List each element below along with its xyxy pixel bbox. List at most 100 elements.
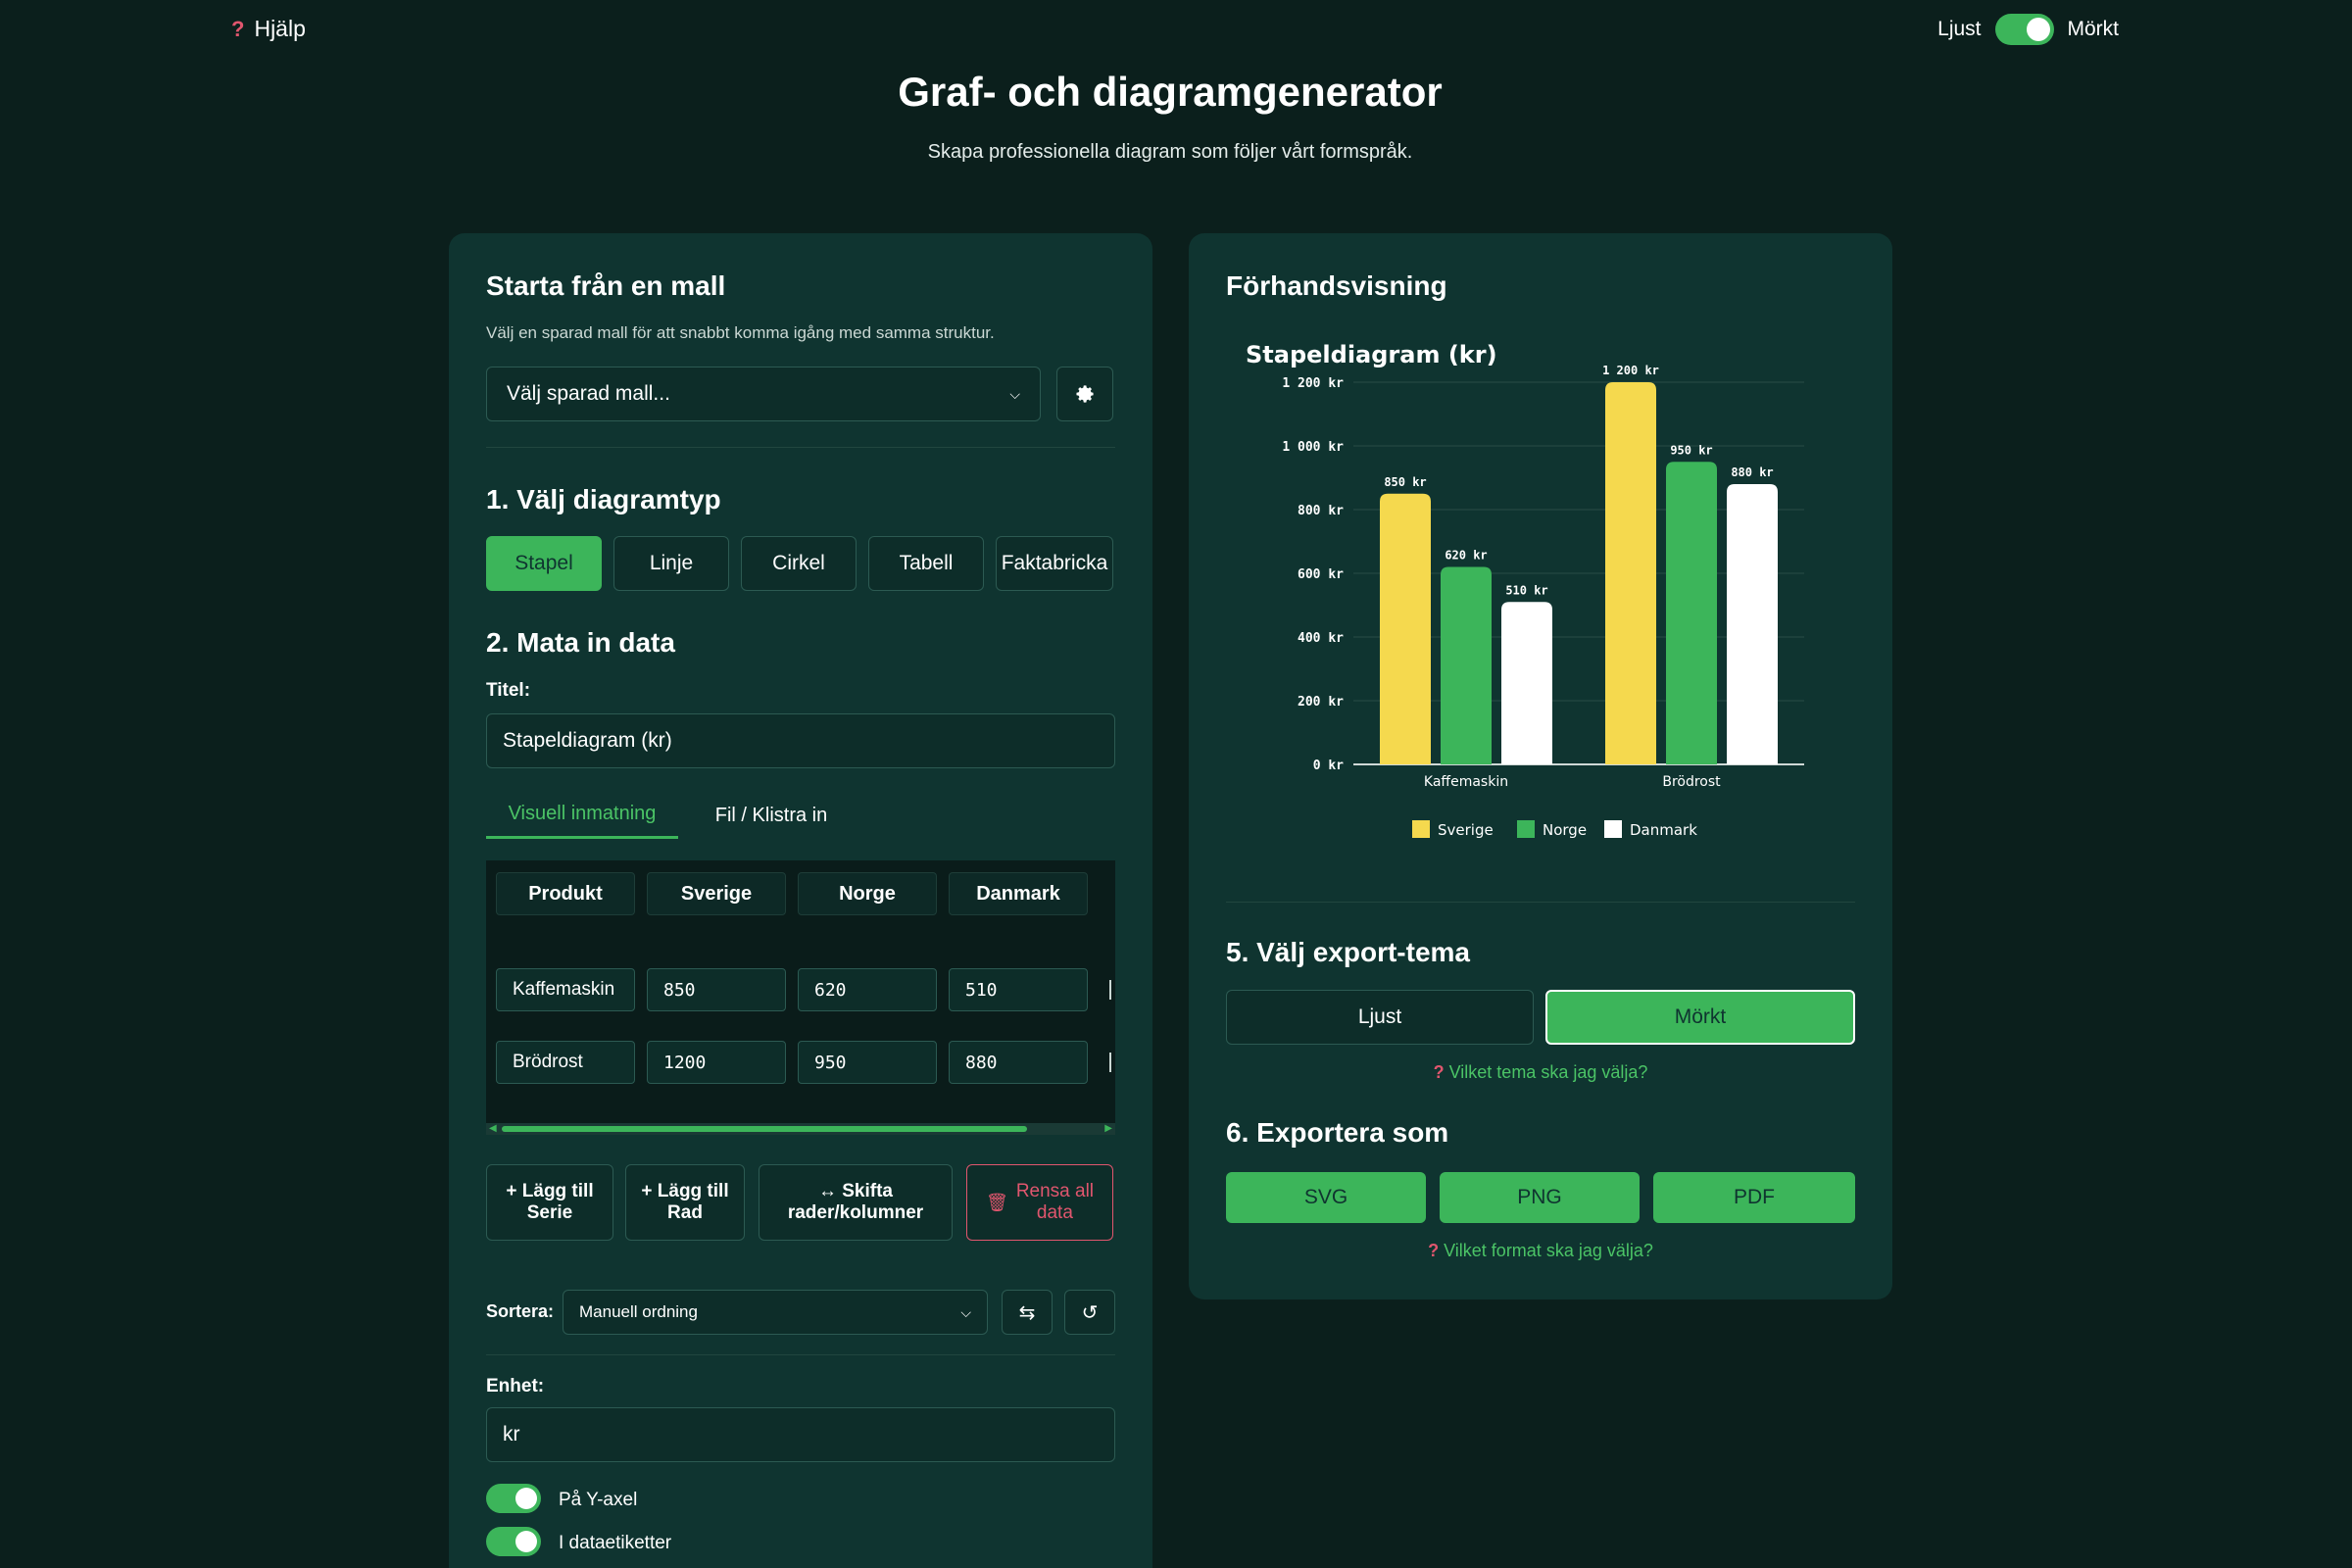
column-header[interactable]: Produkt (496, 872, 635, 915)
chart-type-line-button[interactable]: Linje (613, 536, 729, 591)
export-theme-heading: 5. Välj export-tema (1226, 937, 1470, 967)
bar (1605, 382, 1656, 764)
chart-type-bar-button[interactable]: Stapel (486, 536, 602, 591)
clear-data-label: Rensa all data (1015, 1181, 1095, 1223)
column-header[interactable]: Danmark (949, 872, 1088, 915)
trash-icon: 🗑 (985, 1193, 1008, 1212)
export-theme-light-button[interactable]: Ljust (1226, 990, 1534, 1045)
title-label: Titel: (486, 680, 531, 701)
value-cell[interactable]: 850 (647, 968, 786, 1011)
row-handle[interactable] (1109, 980, 1111, 1000)
legend-label: Norge (1543, 821, 1587, 839)
page-title: Graf- och diagramgenerator (898, 69, 1443, 115)
data-label: 950 kr (1670, 443, 1712, 457)
preview-panel: Förhandsvisning Stapeldiagram (kr) 0 kr 2… (1189, 233, 1892, 1299)
add-series-button[interactable]: + Lägg till Serie (486, 1164, 613, 1241)
input-tabs: Visuell inmatning Fil / Klistra in (486, 792, 1115, 839)
theme-dark-label: Mörkt (2067, 18, 2120, 40)
chevron-down-icon: ⌵ (960, 1303, 971, 1320)
sort-select-value: Manuell ordning (579, 1302, 698, 1321)
y-axis-unit-label: På Y-axel (559, 1490, 638, 1510)
page-subtitle: Skapa professionella diagram som följer … (927, 141, 1413, 163)
y-tick-label: 400 kr (1298, 631, 1344, 646)
theme-switch: Ljust Mörkt (1937, 14, 2119, 45)
help-link[interactable]: ? Hjälp (231, 16, 306, 42)
legend-label: Danmark (1630, 821, 1697, 839)
export-theme-dark-button[interactable]: Mörkt (1545, 990, 1855, 1045)
chart-type-pie-button[interactable]: Cirkel (741, 536, 857, 591)
export-as-heading: 6. Exportera som (1226, 1117, 1449, 1148)
bar (1380, 493, 1431, 764)
swap-arrows-icon: ⇆ (1018, 1301, 1036, 1324)
editor-panel: Starta från en mall Välj en sparad mall … (449, 233, 1152, 1568)
reset-sort-button[interactable]: ↺ (1064, 1290, 1115, 1335)
chart-type-heading: 1. Välj diagramtyp (486, 484, 721, 514)
y-tick-label: 1 000 kr (1282, 440, 1344, 455)
y-tick-label: 600 kr (1298, 567, 1344, 582)
value-cell[interactable]: 510 (949, 968, 1088, 1011)
column-header[interactable]: Norge (798, 872, 937, 915)
scroll-right-icon[interactable]: ▶ (1104, 1123, 1112, 1135)
export-theme-help-link[interactable]: ? Vilket tema ska jag välja? (1189, 1062, 1892, 1083)
chart-type-factbox-button[interactable]: Faktabricka (996, 536, 1113, 591)
unit-input[interactable]: kr (486, 1407, 1115, 1462)
value-cell[interactable]: 1200 (647, 1041, 786, 1084)
chart-title: Stapeldiagram (kr) (1246, 341, 1497, 368)
scroll-thumb[interactable] (502, 1126, 1027, 1132)
data-label: 510 kr (1505, 583, 1547, 597)
sort-select[interactable]: Manuell ordning ⌵ (563, 1290, 988, 1335)
swap-rows-columns-button[interactable]: ↔ Skifta rader/kolumner (759, 1164, 953, 1241)
divider (486, 447, 1115, 448)
column-header[interactable]: Sverige (647, 872, 786, 915)
data-heading: 2. Mata in data (486, 627, 675, 658)
clear-data-button[interactable]: 🗑 Rensa all data (966, 1164, 1113, 1241)
export-format-help-link[interactable]: ? Vilket format ska jag välja? (1189, 1241, 1892, 1261)
horizontal-scrollbar[interactable]: ◀ ▶ (486, 1123, 1115, 1135)
template-select-value: Välj sparad mall... (507, 382, 670, 405)
question-mark-icon: ? (1433, 1062, 1445, 1082)
top-bar: ? Hjälp Ljust Mörkt (0, 0, 2352, 63)
legend-swatch (1412, 820, 1430, 838)
chart-type-table-button[interactable]: Tabell (868, 536, 984, 591)
legend-label: Sverige (1438, 821, 1494, 839)
row-handle[interactable] (1109, 1053, 1111, 1072)
tab-visual-input[interactable]: Visuell inmatning (486, 792, 678, 839)
gear-icon (1076, 385, 1094, 403)
export-png-button[interactable]: PNG (1440, 1172, 1640, 1223)
tab-file-paste[interactable]: Fil / Klistra in (698, 792, 845, 839)
product-cell[interactable]: Kaffemaskin (496, 968, 635, 1011)
value-cell[interactable]: 950 (798, 1041, 937, 1084)
chevron-down-icon: ⌵ (1009, 385, 1020, 402)
bar-chart: Stapeldiagram (kr) 0 kr 200 kr 400 kr 600 k… (1246, 341, 1804, 839)
template-settings-button[interactable] (1056, 367, 1113, 421)
data-label: 620 kr (1445, 549, 1487, 563)
title-input[interactable]: Stapeldiagram (kr) (486, 713, 1115, 768)
export-svg-button[interactable]: SVG (1226, 1172, 1426, 1223)
data-labels-unit-label: I dataetiketter (559, 1533, 672, 1553)
y-tick-label: 800 kr (1298, 504, 1344, 518)
category-label: Brödrost (1662, 774, 1721, 790)
bar (1666, 462, 1717, 764)
value-cell[interactable]: 880 (949, 1041, 1088, 1084)
y-axis-unit-toggle[interactable] (486, 1484, 541, 1513)
category-label: Kaffemaskin (1424, 774, 1508, 790)
unit-label: Enhet: (486, 1376, 545, 1396)
value-cell[interactable]: 620 (798, 968, 937, 1011)
template-select[interactable]: Välj sparad mall... ⌵ (486, 367, 1041, 421)
export-pdf-button[interactable]: PDF (1653, 1172, 1855, 1223)
product-cell[interactable]: Brödrost (496, 1041, 635, 1084)
y-tick-label: 200 kr (1298, 695, 1344, 710)
sort-label: Sortera: (486, 1301, 555, 1321)
help-label: Hjälp (254, 16, 306, 41)
data-label: 850 kr (1384, 475, 1426, 489)
theme-light-label: Ljust (1937, 18, 1982, 40)
data-label: 880 kr (1731, 466, 1773, 479)
data-labels-unit-toggle[interactable] (486, 1527, 541, 1556)
theme-toggle[interactable] (1994, 14, 2054, 45)
scroll-left-icon[interactable]: ◀ (489, 1123, 497, 1135)
question-mark-icon: ? (231, 16, 245, 41)
divider (486, 1354, 1115, 1355)
question-mark-icon: ? (1428, 1241, 1440, 1260)
add-row-button[interactable]: + Lägg till Rad (625, 1164, 745, 1241)
sort-direction-button[interactable]: ⇆ (1002, 1290, 1053, 1335)
